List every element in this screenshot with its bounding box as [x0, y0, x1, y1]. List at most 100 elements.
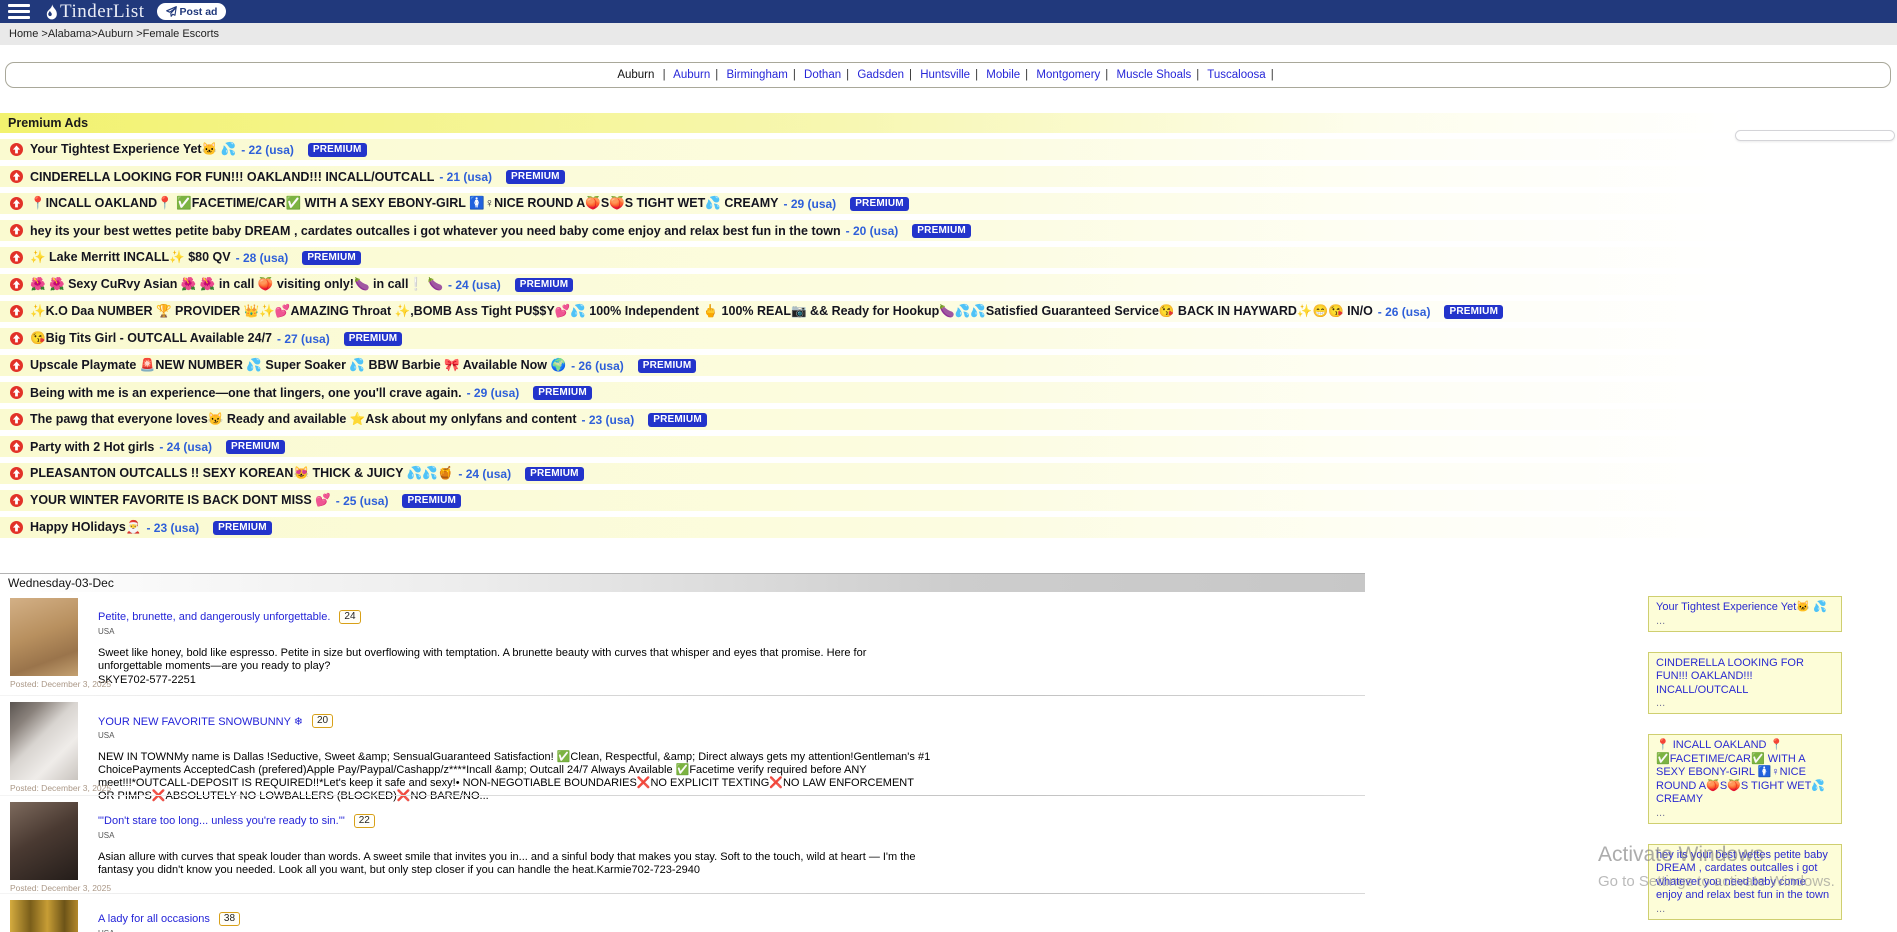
premium-ad-row[interactable]: 😘Big Tits Girl - OUTCALL Available 24/7 … — [0, 328, 1897, 349]
separator: | — [975, 69, 978, 81]
premium-ad-row[interactable]: 🌺 🌺 Sexy CuRvy Asian 🌺 🌺 in call 🍑 visit… — [0, 274, 1897, 295]
up-arrow-icon — [10, 359, 23, 372]
premium-ad-title[interactable]: Party with 2 Hot girls — [30, 440, 154, 454]
premium-ad-title[interactable]: ✨K.O Daa NUMBER 🏆 PROVIDER 👑✨💕AMAZING Th… — [30, 304, 1373, 319]
separator: | — [1105, 69, 1108, 81]
separator: | — [909, 69, 912, 81]
premium-ad-title[interactable]: 📍INCALL OAKLAND📍 ✅FACETIME/CAR✅ WITH A S… — [30, 196, 779, 211]
sidebar-ad-link[interactable]: hey its your best wettes petite baby DRE… — [1656, 849, 1834, 903]
premium-ad-title[interactable]: ✨ Lake Merritt INCALL✨ $80 QV — [30, 250, 231, 265]
city-current: Auburn — [617, 69, 654, 81]
sidebar-ad-card[interactable]: Your Tightest Experience Yet🐱 💦 ... — [1648, 596, 1842, 632]
date-header: Wednesday-03-Dec — [0, 573, 1365, 592]
premium-ad-row[interactable]: Happy HOlidays🎅 - 23 (usa) PREMIUM — [0, 517, 1897, 538]
premium-ad-meta[interactable]: - 26 (usa) — [1378, 305, 1431, 319]
premium-ad-title[interactable]: YOUR WINTER FAVORITE IS BACK DONT MISS 💕 — [30, 493, 331, 508]
menu-icon[interactable] — [8, 4, 30, 19]
up-arrow-icon — [10, 197, 23, 210]
premium-ad-meta[interactable]: - 21 (usa) — [439, 170, 492, 184]
sidebar-ad-link[interactable]: CINDERELLA LOOKING FOR FUN!!! OAKLAND!!!… — [1656, 657, 1834, 698]
city-link[interactable]: Muscle Shoals — [1117, 69, 1192, 81]
premium-ad-row[interactable]: Being with me is an experience—one that … — [0, 382, 1897, 403]
premium-ad-row[interactable]: YOUR WINTER FAVORITE IS BACK DONT MISS 💕… — [0, 490, 1897, 511]
brand-logo[interactable]: TinderList — [44, 1, 145, 23]
premium-ad-title[interactable]: 🌺 🌺 Sexy CuRvy Asian 🌺 🌺 in call 🍑 visit… — [30, 277, 443, 292]
separator: | — [793, 69, 796, 81]
listing-thumbnail[interactable] — [10, 598, 78, 676]
sidebar-ad-card[interactable]: hey its your best wettes petite baby DRE… — [1648, 844, 1842, 920]
post-ad-button[interactable]: Post ad — [157, 3, 227, 20]
up-arrow-icon — [10, 521, 23, 534]
city-link[interactable]: Montgomery — [1036, 69, 1100, 81]
sidebar-ad-link[interactable]: 📍 INCALL OAKLAND 📍 ✅FACETIME/CAR✅ WITH A… — [1656, 739, 1834, 807]
listing-row: Posted: December 3, 2025 Petite, brunett… — [0, 592, 1365, 695]
premium-ad-meta[interactable]: - 23 (usa) — [146, 521, 199, 535]
premium-ad-meta[interactable]: - 28 (usa) — [236, 251, 289, 265]
up-arrow-icon — [10, 224, 23, 237]
separator: | — [1271, 69, 1274, 81]
premium-section-title: Premium Ads — [0, 113, 1897, 133]
premium-ad-title[interactable]: Happy HOlidays🎅 — [30, 520, 141, 535]
city-link[interactable]: Auburn — [673, 69, 710, 81]
floating-scrollbar[interactable] — [1735, 130, 1895, 141]
premium-ad-row[interactable]: hey its your best wettes petite baby DRE… — [0, 220, 1897, 241]
premium-ad-title[interactable]: Upscale Playmate 🚨NEW NUMBER 💦 Super Soa… — [30, 358, 566, 373]
premium-ad-title[interactable]: Being with me is an experience—one that … — [30, 386, 462, 400]
premium-ad-meta[interactable]: - 24 (usa) — [458, 467, 511, 481]
posted-date: Posted: December 3, 2025 — [10, 883, 111, 893]
premium-ad-meta[interactable]: - 26 (usa) — [571, 359, 624, 373]
listing-description: Sweet like honey, bold like espresso. Pe… — [98, 647, 933, 673]
posted-date: Posted: December 3, 2025 — [10, 783, 111, 793]
listing-title-link[interactable]: "'Don't stare too long... unless you're … — [98, 815, 345, 827]
premium-ad-row[interactable]: 📍INCALL OAKLAND📍 ✅FACETIME/CAR✅ WITH A S… — [0, 193, 1897, 214]
premium-ad-title[interactable]: Your Tightest Experience Yet🐱 💦 — [30, 142, 236, 157]
premium-badge: PREMIUM — [638, 359, 697, 373]
listing-title-link[interactable]: YOUR NEW FAVORITE SNOWBUNNY ❄ — [98, 715, 303, 728]
up-arrow-icon — [10, 440, 23, 453]
sidebar-ad-card[interactable]: CINDERELLA LOOKING FOR FUN!!! OAKLAND!!!… — [1648, 652, 1842, 715]
premium-ad-meta[interactable]: - 29 (usa) — [784, 197, 837, 211]
breadcrumb[interactable]: Home >Alabama>Auburn >Female Escorts — [0, 23, 1897, 45]
listing-row: A lady for all occasions 38 USA — [0, 893, 1365, 932]
premium-ad-row[interactable]: The pawg that everyone loves😼 Ready and … — [0, 409, 1897, 430]
city-link[interactable]: Gadsden — [857, 69, 904, 81]
premium-ad-row[interactable]: ✨K.O Daa NUMBER 🏆 PROVIDER 👑✨💕AMAZING Th… — [0, 301, 1897, 322]
premium-ad-title[interactable]: CINDERELLA LOOKING FOR FUN!!! OAKLAND!!!… — [30, 170, 434, 184]
premium-ad-row[interactable]: PLEASANTON OUTCALLS !! SEXY KOREAN😻 THIC… — [0, 463, 1897, 484]
premium-ad-meta[interactable]: - 25 (usa) — [336, 494, 389, 508]
premium-ad-row[interactable]: ✨ Lake Merritt INCALL✨ $80 QV - 28 (usa)… — [0, 247, 1897, 268]
city-link[interactable]: Tuscaloosa — [1207, 69, 1265, 81]
premium-ad-meta[interactable]: - 29 (usa) — [467, 386, 520, 400]
premium-ad-meta[interactable]: - 27 (usa) — [277, 332, 330, 346]
sidebar-ad-link[interactable]: Your Tightest Experience Yet🐱 💦 — [1656, 601, 1834, 615]
premium-ad-meta[interactable]: - 23 (usa) — [582, 413, 635, 427]
premium-ad-row[interactable]: CINDERELLA LOOKING FOR FUN!!! OAKLAND!!!… — [0, 166, 1897, 187]
premium-ad-meta[interactable]: - 24 (usa) — [448, 278, 501, 292]
city-link[interactable]: Mobile — [986, 69, 1020, 81]
post-ad-label: Post ad — [180, 6, 218, 18]
premium-ad-title[interactable]: PLEASANTON OUTCALLS !! SEXY KOREAN😻 THIC… — [30, 466, 453, 481]
city-link[interactable]: Huntsville — [920, 69, 970, 81]
listing-title-link[interactable]: Petite, brunette, and dangerously unforg… — [98, 611, 330, 623]
premium-ad-title[interactable]: The pawg that everyone loves😼 Ready and … — [30, 412, 577, 427]
premium-badge: PREMIUM — [226, 440, 285, 454]
premium-ad-meta[interactable]: - 20 (usa) — [846, 224, 899, 238]
premium-ad-row[interactable]: Upscale Playmate 🚨NEW NUMBER 💦 Super Soa… — [0, 355, 1897, 376]
premium-ad-row[interactable]: Your Tightest Experience Yet🐱 💦 - 22 (us… — [0, 139, 1897, 160]
listings-section: Wednesday-03-Dec Posted: December 3, 202… — [0, 573, 1365, 932]
listing-thumbnail[interactable] — [10, 802, 78, 880]
up-arrow-icon — [10, 278, 23, 291]
separator: | — [1196, 69, 1199, 81]
premium-ad-title[interactable]: hey its your best wettes petite baby DRE… — [30, 224, 841, 238]
listing-thumbnail[interactable] — [10, 702, 78, 780]
city-link[interactable]: Dothan — [804, 69, 841, 81]
premium-ad-row[interactable]: Party with 2 Hot girls - 24 (usa) PREMIU… — [0, 436, 1897, 457]
city-link[interactable]: Birmingham — [726, 69, 787, 81]
premium-badge: PREMIUM — [308, 143, 367, 157]
listing-title-link[interactable]: A lady for all occasions — [98, 913, 210, 925]
sidebar-ad-card[interactable]: 📍 INCALL OAKLAND 📍 ✅FACETIME/CAR✅ WITH A… — [1648, 734, 1842, 824]
premium-ad-title[interactable]: 😘Big Tits Girl - OUTCALL Available 24/7 — [30, 331, 272, 346]
premium-ad-meta[interactable]: - 22 (usa) — [241, 143, 294, 157]
premium-ad-meta[interactable]: - 24 (usa) — [159, 440, 212, 454]
listing-thumbnail[interactable] — [10, 900, 78, 932]
